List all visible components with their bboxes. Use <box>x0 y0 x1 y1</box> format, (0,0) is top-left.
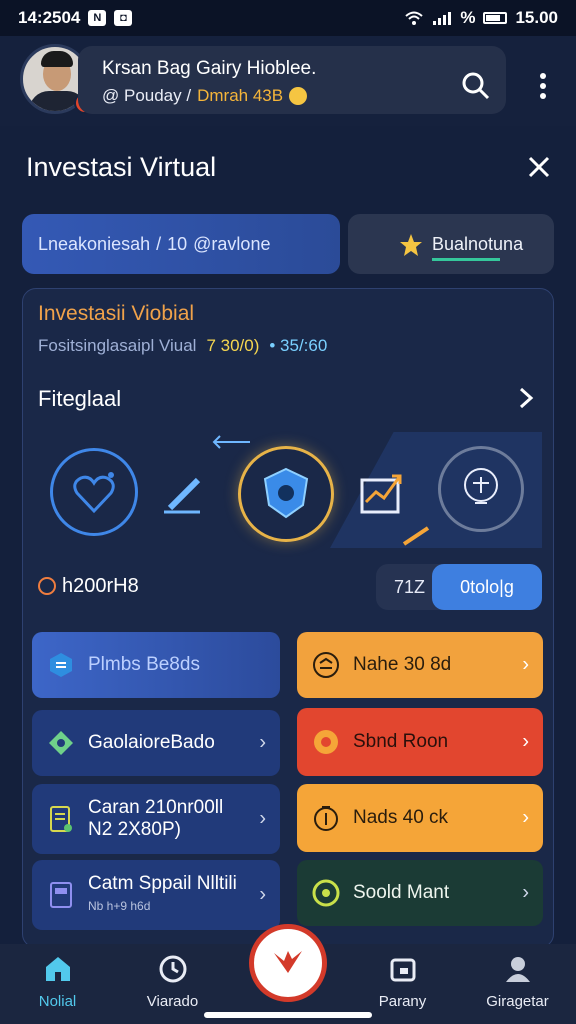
tile-left-4-sub: Nb h+9 h6d <box>88 899 151 913</box>
section-label: Fiteglaal <box>38 386 122 411</box>
header-subtitle: @ Pouday / Dmrah 43B <box>102 86 308 106</box>
stat-action-button[interactable]: 0tolo|g <box>432 564 542 610</box>
tile-left-4[interactable]: Catm Sppail Nlltili Nb h+9 h6d › <box>32 860 280 930</box>
card-subline-text: Fositsinglasaipl Viual <box>38 336 197 355</box>
search-icon[interactable] <box>456 66 496 106</box>
nav-profile[interactable]: Giragetar <box>460 944 575 1024</box>
tile-right-3[interactable]: Nads 40 ck › <box>297 784 543 852</box>
tile-left-1[interactable]: Plmbs Be8ds <box>32 632 280 698</box>
stat-right: 71Z 0tolo|g <box>376 564 542 610</box>
profile-icon <box>505 957 530 982</box>
header-subtitle-prefix: @ Pouday / <box>102 86 192 105</box>
stat-right-value: 71Z <box>394 576 426 597</box>
tile-left-3-label: Caran 210nr00ll <box>88 797 224 818</box>
balance-value: 10 <box>167 233 188 254</box>
card-icon <box>46 880 76 910</box>
nav-wallet-label: Parany <box>378 993 427 1010</box>
signal-icon <box>433 12 452 25</box>
chevron-right-icon[interactable] <box>512 384 540 412</box>
chevron-right-icon: › <box>522 881 529 904</box>
tile-right-4-label: Soold Mant <box>353 882 450 903</box>
balance-account: @ravlone <box>193 233 271 254</box>
bank-icon <box>311 650 341 680</box>
tile-right-1-label: Nahe 30 8d <box>353 654 452 675</box>
stat-left-value: h200rH8 <box>62 574 139 597</box>
tile-left-3-sub: N2 2X80P) <box>88 819 181 840</box>
status-time: 14:2504 <box>18 8 81 27</box>
tile-left-2[interactable]: GaolaioreBado › <box>32 710 280 776</box>
status-bar: 14:2504 N ◘ % 15.00 <box>0 0 576 36</box>
tile-right-2-label: Sbnd Roon <box>353 731 449 752</box>
chevron-right-icon: › <box>522 653 529 676</box>
card-value-blue: • 35/:60 <box>269 336 328 355</box>
active-underline <box>432 258 500 261</box>
nav-history-label: Viarado <box>146 993 199 1010</box>
money-bag-icon <box>311 803 341 833</box>
notification-icon-2: ◘ <box>114 10 133 26</box>
balance-separator: / <box>156 233 162 254</box>
home-icon <box>45 957 70 981</box>
battery-icon <box>483 12 508 24</box>
tile-left-4-label: Catm Sppail Nlltili <box>88 873 237 894</box>
globe-icon <box>311 727 341 757</box>
clock: 15.00 <box>515 8 558 27</box>
close-icon[interactable] <box>522 150 556 184</box>
nav-home-label: Nolial <box>38 993 77 1010</box>
target-icon <box>311 878 341 908</box>
pencil-accent-icon <box>402 526 430 546</box>
battery-percent: % <box>460 8 476 27</box>
flame-icon <box>38 577 56 595</box>
pen-icon[interactable] <box>156 466 212 522</box>
card-value-yellow: 7 30/0) <box>206 336 260 355</box>
home-indicator <box>204 1012 372 1018</box>
header-title: Krsan Bag Gairy Hioblee. <box>102 58 317 79</box>
tile-left-3[interactable]: Caran 210nr00ll N2 2X80P) › <box>32 784 280 854</box>
panel-title: Investasi Virtual <box>26 152 217 182</box>
tile-left-2-label: GaolaioreBado <box>88 732 215 753</box>
tile-right-4[interactable]: Soold Mant › <box>297 860 543 926</box>
card-subline: Fositsinglasaipl Viual 7 30/0) • 35/:60 <box>38 336 327 356</box>
wifi-icon <box>405 11 423 25</box>
puzzle-icon <box>46 728 76 758</box>
favorites-label: Bualnotuna <box>432 233 524 254</box>
more-menu-icon[interactable] <box>528 66 558 106</box>
wallet-icon <box>390 958 415 982</box>
balance-label: Lneakoniesah <box>38 233 151 254</box>
chevron-right-icon: › <box>259 883 266 906</box>
nav-home[interactable]: Nolial <box>0 944 115 1024</box>
heart-icon[interactable] <box>50 448 138 536</box>
fab-icon <box>274 951 302 973</box>
chevron-right-icon: › <box>259 731 266 754</box>
notification-icon: N <box>88 10 107 26</box>
balance-pill[interactable]: Lneakoniesah / 10 @ravlone <box>22 214 340 274</box>
stat-left: h200rH8 <box>38 562 178 610</box>
chart-up-icon[interactable] <box>356 466 412 518</box>
chevron-right-icon: › <box>522 806 529 829</box>
clock-icon <box>159 955 186 983</box>
shield-icon[interactable] <box>238 446 334 542</box>
tile-right-2[interactable]: Sbnd Roon › <box>297 708 543 776</box>
tile-right-1[interactable]: Nahe 30 8d › <box>297 632 543 698</box>
nav-profile-label: Giragetar <box>486 993 549 1010</box>
tile-left-1-label: Plmbs Be8ds <box>88 654 200 675</box>
card-heading: Investasii Viobial <box>38 302 195 325</box>
lightbulb-icon[interactable] <box>438 446 524 532</box>
document-icon <box>46 804 76 834</box>
coin-icon <box>289 87 308 105</box>
tile-right-3-label: Nads 40 ck <box>353 807 449 828</box>
user-info-card[interactable]: Krsan Bag Gairy Hioblee. @ Pouday / Dmra… <box>78 46 506 114</box>
favorites-pill[interactable]: Bualnotuna <box>348 214 554 274</box>
cube-icon <box>46 650 76 680</box>
star-icon <box>400 234 422 256</box>
header-subtitle-highlight: Dmrah 43B <box>197 86 284 105</box>
chevron-right-icon: › <box>522 730 529 753</box>
fab-button[interactable] <box>249 924 327 1002</box>
chevron-right-icon: › <box>259 807 266 830</box>
